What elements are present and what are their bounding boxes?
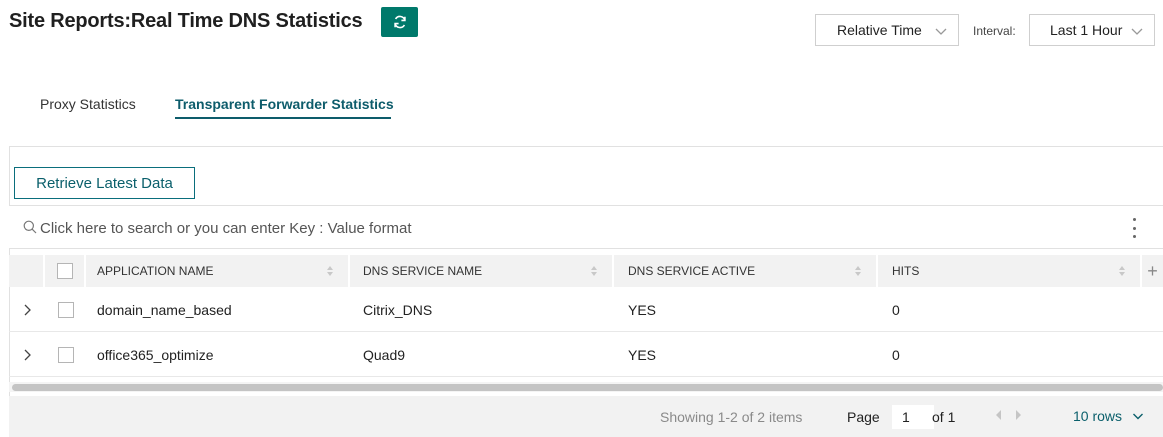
dns-service-name-cell: Quad9 [363, 346, 406, 363]
hits-cell: 0 [892, 301, 900, 318]
expand-row-icon[interactable] [9, 333, 45, 376]
previous-page-icon[interactable] [995, 409, 1003, 421]
row-checkbox[interactable] [57, 301, 74, 318]
page-number-input[interactable] [892, 405, 934, 429]
row-checkbox[interactable] [57, 346, 74, 363]
dns-service-name-cell: Citrix_DNS [363, 301, 433, 318]
time-mode-value: Relative Time [837, 22, 922, 38]
page-label: Page [847, 409, 880, 425]
section-divider [9, 146, 1163, 147]
time-mode-dropdown[interactable]: Relative Time [815, 14, 959, 46]
page-title: Site Reports:Real Time DNS Statistics [9, 10, 363, 32]
column-header-dns-service-active[interactable]: DNS SERVICE ACTIVE [614, 255, 878, 287]
column-header-dns-service-name[interactable]: DNS SERVICE NAME [350, 255, 614, 287]
pagination-bar: Showing 1-2 of 2 items Page of 1 10 rows [9, 396, 1163, 437]
refresh-button[interactable] [381, 7, 418, 37]
add-column-icon[interactable]: + [1142, 255, 1163, 287]
interval-value: Last 1 Hour [1050, 22, 1123, 38]
hits-cell: 0 [892, 346, 900, 363]
column-header-label: DNS SERVICE ACTIVE [628, 264, 756, 278]
search-icon [23, 220, 37, 234]
chevron-down-icon [1133, 413, 1144, 420]
column-header-hits[interactable]: HITS [878, 255, 1142, 287]
sort-icon [855, 266, 861, 276]
retrieve-latest-data-button[interactable]: Retrieve Latest Data [14, 167, 195, 199]
table-row: domain_name_based Citrix_DNS YES 0 [9, 288, 1163, 332]
items-count: Showing 1-2 of 2 items [660, 409, 803, 425]
chevron-down-icon [935, 28, 947, 35]
dns-service-active-cell: YES [628, 346, 657, 363]
row-select-cell [45, 288, 86, 331]
more-options-icon[interactable] [1130, 218, 1138, 238]
application-name-cell: office365_optimize [97, 346, 214, 363]
select-all-cell [45, 255, 86, 287]
dns-service-active-cell: YES [628, 301, 657, 318]
application-name-cell: domain_name_based [97, 301, 232, 318]
chevron-down-icon [1131, 28, 1143, 35]
sort-icon [1119, 266, 1125, 276]
refresh-icon [393, 15, 406, 29]
sort-icon [327, 266, 333, 276]
tab-proxy-statistics[interactable]: Proxy Statistics [40, 96, 136, 112]
search-input[interactable] [40, 216, 940, 240]
sort-icon [591, 266, 597, 276]
tab-transparent-forwarder-statistics[interactable]: Transparent Forwarder Statistics [175, 96, 394, 112]
horizontal-scrollbar[interactable] [12, 384, 1163, 391]
column-header-application-name[interactable]: APPLICATION NAME [86, 255, 350, 287]
row-select-cell [45, 333, 86, 376]
table-header: APPLICATION NAME DNS SERVICE NAME DNS SE… [9, 255, 1163, 287]
column-header-label: DNS SERVICE NAME [363, 264, 483, 278]
select-all-checkbox[interactable] [56, 263, 73, 279]
total-pages: of 1 [932, 409, 956, 425]
column-header-label: HITS [892, 264, 920, 278]
next-page-icon[interactable] [1014, 409, 1022, 421]
rows-per-page-value: 10 rows [1073, 408, 1123, 424]
table-row: office365_optimize Quad9 YES 0 [9, 333, 1163, 377]
interval-dropdown[interactable]: Last 1 Hour [1029, 14, 1155, 46]
active-tab-indicator [175, 117, 391, 119]
rows-per-page-dropdown[interactable]: 10 rows [1073, 408, 1144, 424]
interval-label: Interval: [973, 24, 1016, 38]
column-header-label: APPLICATION NAME [97, 264, 214, 278]
expander-column-header [9, 255, 45, 287]
search-bar [9, 205, 1163, 249]
expand-row-icon[interactable] [9, 288, 45, 331]
